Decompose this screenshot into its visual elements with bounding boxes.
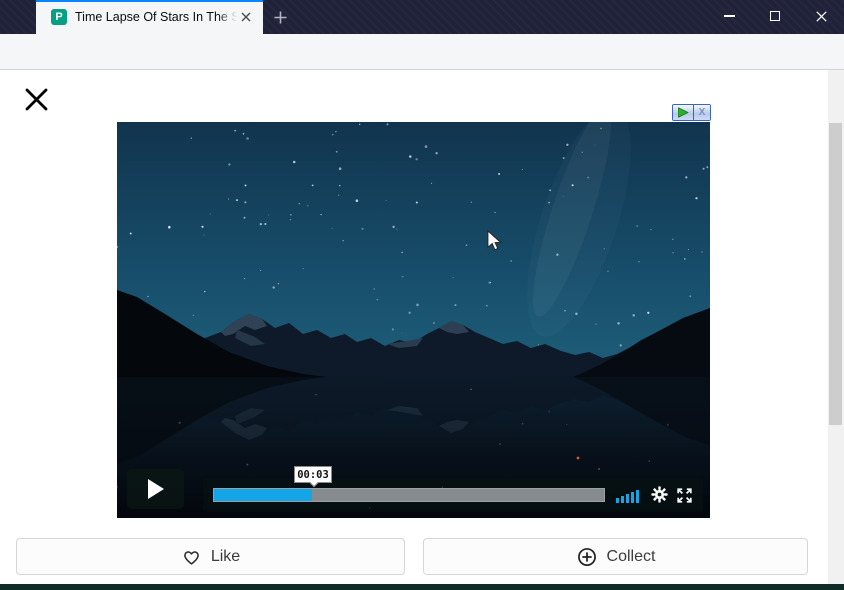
gear-icon — [651, 486, 668, 503]
page-content: X — [0, 70, 844, 590]
close-icon — [816, 11, 827, 22]
tab-bar: P Time Lapse Of Stars In The Sky — [0, 0, 844, 34]
bottom-edge-bar — [0, 584, 844, 590]
fullscreen-button[interactable] — [677, 488, 692, 508]
close-button[interactable] — [798, 0, 844, 32]
heart-icon — [181, 547, 202, 566]
ad-play-button[interactable] — [673, 105, 694, 120]
plus-icon — [274, 11, 287, 24]
action-buttons-row: Like Collect — [0, 538, 844, 575]
time-tooltip: 00:03 — [294, 466, 332, 483]
close-x-icon — [24, 87, 49, 112]
minimize-button[interactable] — [706, 0, 752, 32]
collect-button[interactable]: Collect — [423, 538, 808, 575]
progress-fill — [214, 489, 312, 501]
collect-label: Collect — [607, 548, 656, 566]
scrollbar-thumb[interactable] — [829, 123, 842, 425]
lightbox-close-button[interactable] — [22, 85, 50, 113]
minimize-icon — [724, 15, 735, 17]
progress-bar[interactable] — [213, 488, 605, 502]
page-scrollbar[interactable] — [828, 70, 844, 590]
active-tab-indicator — [36, 0, 263, 2]
browser-tab[interactable]: P Time Lapse Of Stars In The Sky — [36, 0, 263, 34]
ad-overlay-badge: X — [672, 104, 711, 121]
maximize-button[interactable] — [752, 0, 798, 32]
browser-window: P Time Lapse Of Stars In The Sky — [0, 0, 844, 590]
green-play-icon — [677, 107, 689, 118]
new-tab-button[interactable] — [267, 4, 293, 30]
tab-close-icon[interactable] — [237, 8, 255, 26]
video-player[interactable]: 00:03 — [117, 122, 710, 518]
settings-button[interactable] — [651, 486, 668, 508]
navigation-toolbar: https://www.pexels.com/video/time-lapse-… — [0, 34, 844, 70]
play-button[interactable] — [127, 469, 184, 509]
video-scene — [117, 122, 710, 518]
plus-circle-icon — [576, 546, 598, 568]
video-controls — [203, 478, 703, 512]
play-icon — [147, 478, 165, 500]
maximize-icon — [770, 11, 780, 21]
window-controls — [706, 0, 844, 32]
mouse-cursor — [487, 230, 502, 251]
volume-button[interactable] — [616, 490, 639, 503]
pexels-favicon: P — [51, 9, 67, 25]
tab-title: Time Lapse Of Stars In The Sky — [75, 10, 237, 24]
like-label: Like — [211, 548, 240, 566]
fullscreen-icon — [677, 488, 692, 503]
like-button[interactable]: Like — [16, 538, 405, 575]
ad-close-button[interactable]: X — [694, 105, 710, 120]
